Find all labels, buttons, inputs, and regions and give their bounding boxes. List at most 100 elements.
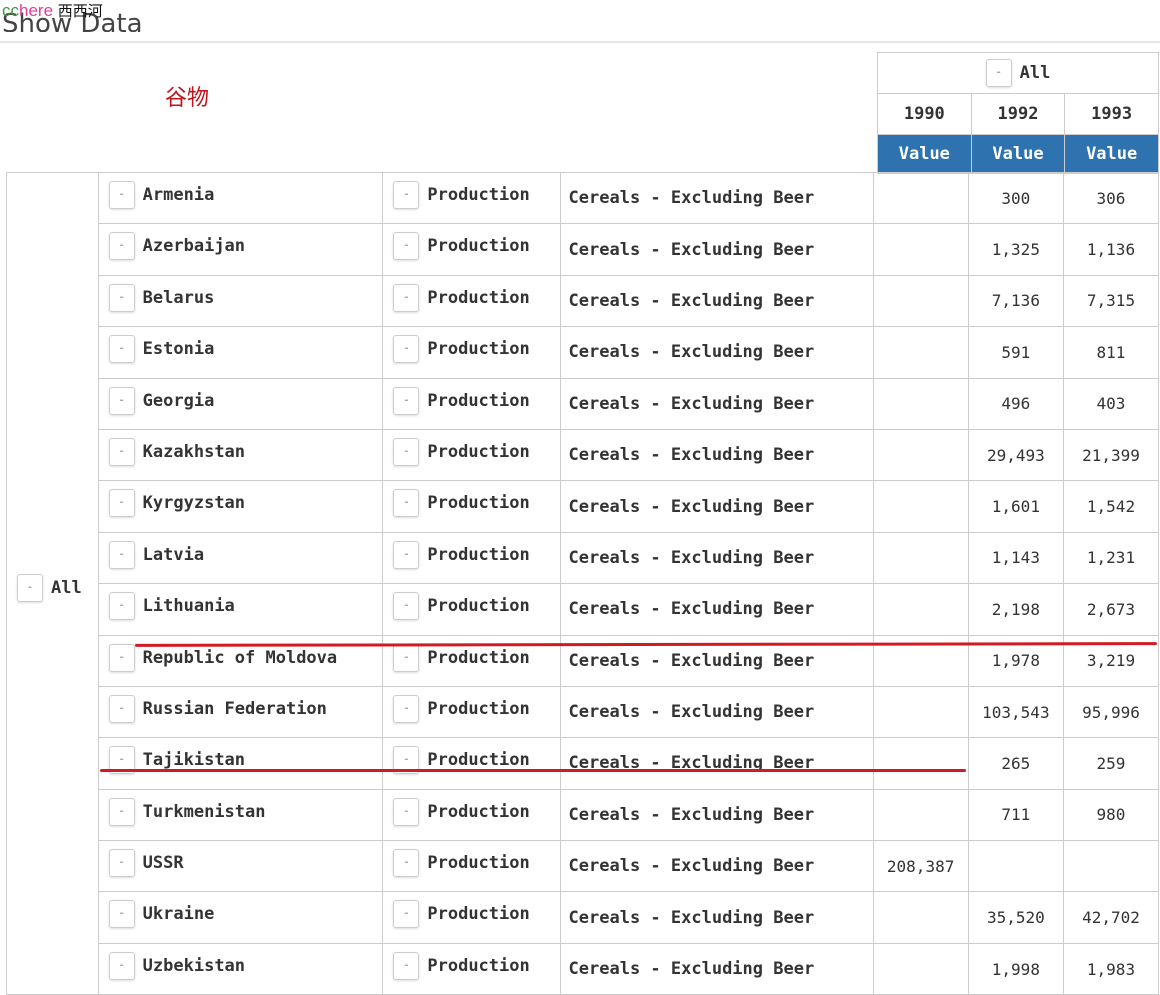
watermark-part: here bbox=[19, 1, 54, 20]
table-row: - Azerbaijan - Production Cereals - Excludin… bbox=[7, 223, 1160, 276]
table-row: - Latvia - Production Cereals - Excluding Be… bbox=[7, 531, 1160, 585]
value-cell: 7,136 bbox=[967, 274, 1064, 328]
value-cell: 300 bbox=[967, 171, 1064, 225]
value-cell: 2,673 bbox=[1062, 583, 1160, 636]
value-cell: 7,315 bbox=[1062, 274, 1160, 328]
collapse-button[interactable]: - bbox=[108, 489, 135, 518]
element-label: Production bbox=[427, 801, 530, 822]
row-group-label: All bbox=[51, 577, 82, 598]
country-cell: - Turkmenistan bbox=[97, 788, 384, 842]
value-cell: 2,198 bbox=[967, 583, 1064, 636]
element-cell: - Production bbox=[382, 326, 561, 379]
collapse-button[interactable]: - bbox=[17, 573, 43, 602]
value-cell: 980 bbox=[1062, 788, 1160, 842]
value-cell bbox=[872, 583, 969, 636]
element-label: Production bbox=[427, 287, 530, 308]
collapse-button[interactable]: - bbox=[108, 592, 135, 621]
table-row: - Belarus - Production Cereals - Excluding B… bbox=[7, 274, 1160, 328]
collapse-button[interactable]: - bbox=[393, 181, 420, 209]
collapse-button[interactable]: - bbox=[985, 59, 1012, 87]
collapse-button[interactable]: - bbox=[393, 694, 420, 723]
value-cell: 1,136 bbox=[1062, 223, 1160, 276]
country-label: Uzbekistan bbox=[142, 955, 246, 976]
value-cell: 1,542 bbox=[1062, 480, 1160, 533]
collapse-button[interactable]: - bbox=[108, 386, 135, 415]
value-cell: 1,231 bbox=[1062, 531, 1160, 585]
collapse-button[interactable]: - bbox=[108, 181, 135, 209]
collapse-button[interactable]: - bbox=[393, 437, 420, 466]
value-cell: 103,543 bbox=[967, 685, 1064, 739]
collapse-button[interactable]: - bbox=[108, 283, 135, 312]
value-header: Value bbox=[877, 134, 972, 174]
country-label: Russian Federation bbox=[142, 698, 327, 719]
collapse-button[interactable]: - bbox=[108, 900, 135, 929]
item-cell: Cereals - Excluding Beer bbox=[559, 942, 874, 995]
collapse-button[interactable]: - bbox=[108, 797, 135, 826]
element-label: Production bbox=[427, 339, 530, 360]
value-cell bbox=[872, 326, 969, 379]
element-cell: - Production bbox=[382, 223, 561, 276]
collapse-button[interactable]: - bbox=[108, 849, 135, 878]
table-row: - Georgia - Production Cereals - Excluding B… bbox=[7, 377, 1160, 430]
item-cell: Cereals - Excluding Beer bbox=[559, 891, 874, 944]
collapse-button[interactable]: - bbox=[108, 437, 135, 466]
collapse-button[interactable]: - bbox=[108, 232, 135, 261]
collapse-button[interactable]: - bbox=[393, 643, 420, 672]
collapse-button[interactable]: - bbox=[393, 951, 420, 980]
collapse-button[interactable]: - bbox=[108, 951, 135, 980]
year-header[interactable]: 1992 bbox=[970, 93, 1066, 135]
country-label: Turkmenistan bbox=[142, 801, 266, 822]
collapse-button[interactable]: - bbox=[393, 797, 420, 826]
collapse-button[interactable]: - bbox=[393, 335, 420, 364]
country-label: Kyrgyzstan bbox=[142, 493, 246, 514]
collapse-button[interactable]: - bbox=[393, 232, 420, 261]
country-cell: - Latvia bbox=[97, 531, 384, 585]
row-group-all: - All bbox=[6, 171, 99, 995]
collapse-button[interactable]: - bbox=[108, 540, 135, 569]
item-cell: Cereals - Excluding Beer bbox=[559, 685, 874, 739]
collapse-button[interactable]: - bbox=[393, 283, 420, 312]
value-cell: 95,996 bbox=[1062, 685, 1160, 739]
element-cell: - Production bbox=[382, 171, 561, 225]
element-label: Production bbox=[427, 236, 530, 257]
collapse-button[interactable]: - bbox=[393, 489, 420, 518]
collapse-button[interactable]: - bbox=[393, 900, 420, 929]
value-header: Value bbox=[970, 134, 1066, 174]
year-header[interactable]: 1993 bbox=[1064, 93, 1159, 135]
year-header[interactable]: 1990 bbox=[877, 93, 972, 135]
value-cell bbox=[872, 428, 969, 482]
item-cell: Cereals - Excluding Beer bbox=[559, 737, 874, 790]
element-label: Production bbox=[427, 185, 530, 205]
value-cell bbox=[872, 223, 969, 276]
country-cell: - Russian Federation bbox=[97, 685, 384, 739]
collapse-button[interactable]: - bbox=[108, 643, 135, 672]
table-row: - Turkmenistan - Production Cereals - Exclud… bbox=[7, 788, 1160, 842]
country-cell: - Belarus bbox=[97, 274, 384, 328]
element-label: Production bbox=[427, 390, 530, 411]
element-cell: - Production bbox=[382, 428, 561, 482]
element-cell: - Production bbox=[382, 891, 561, 944]
element-label: Production bbox=[427, 955, 530, 976]
item-cell: Cereals - Excluding Beer bbox=[559, 171, 874, 225]
collapse-button[interactable]: - bbox=[393, 386, 420, 415]
value-cell: 208,387 bbox=[872, 840, 969, 893]
element-label: Production bbox=[427, 904, 530, 925]
table-row: - Lithuania - Production Cereals - Excluding… bbox=[7, 583, 1160, 636]
collapse-button[interactable]: - bbox=[393, 592, 420, 621]
country-label: Azerbaijan bbox=[142, 236, 246, 257]
collapse-button[interactable]: - bbox=[393, 849, 420, 878]
item-cell: Cereals - Excluding Beer bbox=[559, 223, 874, 276]
item-cell: Cereals - Excluding Beer bbox=[559, 377, 874, 430]
value-cell: 711 bbox=[967, 788, 1064, 842]
collapse-button[interactable]: - bbox=[108, 694, 135, 723]
value-cell: 265 bbox=[967, 737, 1064, 790]
country-label: USSR bbox=[142, 853, 184, 874]
value-cell: 21,399 bbox=[1062, 428, 1160, 482]
value-cell: 42,702 bbox=[1062, 891, 1160, 944]
collapse-button[interactable]: - bbox=[108, 335, 135, 364]
element-cell: - Production bbox=[382, 531, 561, 585]
value-cell bbox=[967, 840, 1064, 893]
collapse-button[interactable]: - bbox=[393, 540, 420, 569]
country-label: Estonia bbox=[142, 339, 215, 360]
element-label: Production bbox=[427, 750, 530, 771]
